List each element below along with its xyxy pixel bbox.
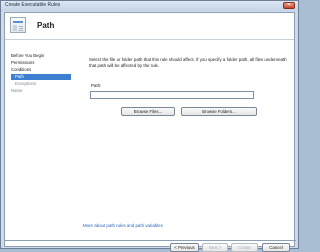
title-bar[interactable]: Create Executable Rules ✕ — [1, 1, 298, 11]
next-button[interactable]: Next > — [202, 243, 228, 252]
sidebar-item-exceptions[interactable]: Exceptions — [15, 81, 36, 87]
sidebar-item-before-you-begin[interactable]: Before You Begin — [11, 53, 44, 59]
close-button[interactable]: ✕ — [283, 2, 295, 9]
more-about-path-rules-link[interactable]: More about path rules and path variables — [83, 223, 163, 228]
path-label: Path: — [91, 83, 102, 88]
rule-wizard-icon — [10, 17, 26, 33]
path-input[interactable] — [90, 91, 254, 99]
close-icon: ✕ — [286, 2, 292, 8]
sidebar-item-label: Path — [15, 74, 24, 79]
footer-divider — [5, 240, 296, 241]
path-description: Select the file or folder path that this… — [89, 57, 287, 69]
sidebar-item-name[interactable]: Name — [11, 88, 22, 94]
window-title: Create Executable Rules — [5, 2, 61, 8]
create-executable-rules-window: Create Executable Rules ✕ Path Before Yo… — [0, 0, 299, 252]
create-button[interactable]: Create — [231, 243, 258, 252]
browse-files-button[interactable]: Browse Files... — [121, 107, 175, 116]
page-title: Path — [37, 21, 55, 30]
wizard-header: Path — [5, 13, 294, 39]
wizard-content: Select the file or folder path that this… — [80, 40, 294, 246]
browse-folders-button[interactable]: Browse Folders... — [181, 107, 257, 116]
cancel-button[interactable]: Cancel — [262, 243, 290, 252]
wizard-steps-sidebar: Before You Begin Permissions Conditions … — [5, 40, 77, 246]
wizard-client-area: Path Before You Begin Permissions Condit… — [4, 12, 296, 252]
sidebar-item-permissions[interactable]: Permissions — [11, 60, 34, 66]
sidebar-item-path[interactable]: Path — [11, 74, 71, 80]
previous-button[interactable]: < Previous — [170, 243, 199, 252]
sidebar-item-conditions[interactable]: Conditions — [11, 67, 31, 73]
